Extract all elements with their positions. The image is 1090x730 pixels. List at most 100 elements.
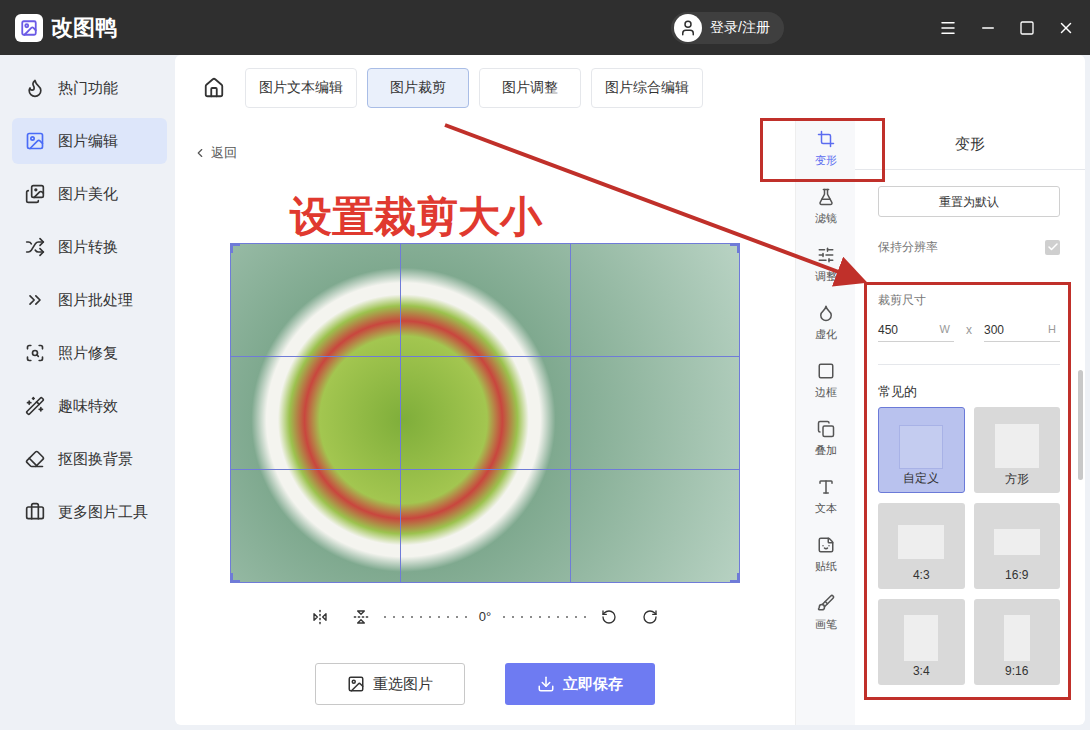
app-name: 改图鸭: [51, 11, 117, 44]
save-button[interactable]: 立即保存: [505, 663, 655, 705]
sidebar-item[interactable]: 图片转换: [12, 224, 167, 270]
tab-bar: 图片文本编辑图片裁剪图片调整图片综合编辑: [175, 55, 1085, 120]
preset-grid: 自定义方形4:316:93:49:16: [878, 407, 1060, 685]
convert-icon: [25, 237, 45, 257]
frame-icon: [817, 362, 835, 380]
panel-scrollbar[interactable]: [1078, 370, 1083, 480]
magic-wand-icon: [25, 396, 45, 416]
preset-card[interactable]: 16:9: [974, 503, 1061, 589]
aspect-thumb: [994, 529, 1040, 555]
tool-item[interactable]: 变形: [796, 120, 855, 178]
rotate-right-icon[interactable]: [642, 609, 658, 625]
chevron-left-icon: [193, 146, 207, 160]
annotation-box: [760, 118, 885, 182]
login-button[interactable]: 登录/注册: [671, 12, 784, 44]
aspect-thumb: [904, 615, 938, 661]
keep-resolution-checkbox[interactable]: [1045, 240, 1060, 255]
back-button[interactable]: 返回: [175, 143, 795, 163]
sliders-icon: [817, 246, 835, 264]
tool-item[interactable]: 滤镜: [796, 178, 855, 236]
aspect-thumb: [995, 424, 1039, 468]
panel-header: 变形: [855, 120, 1085, 170]
aspect-thumb: [899, 425, 943, 469]
sidebar-item[interactable]: 图片编辑: [12, 118, 167, 164]
height-input[interactable]: 300H: [984, 318, 1060, 342]
crop-handle[interactable]: [730, 573, 740, 583]
transform-panel: 变形重置为默认保持分辨率裁剪尺寸 450Wx300H 常见的自定义方形4:316:9…: [855, 120, 1085, 725]
sidebar-item[interactable]: 图片批处理: [12, 277, 167, 323]
flip-vertical-icon[interactable]: [353, 609, 369, 625]
body: 热门功能图片编辑图片美化图片转换图片批处理照片修复趣味特效抠图换背景更多图片工具…: [0, 55, 1090, 730]
canvas-column: 返回设置裁剪大小 0° 重选图片立即保存: [175, 120, 795, 725]
aspect-thumb: [1004, 615, 1030, 661]
annotation-caption: 设置裁剪大小: [175, 163, 795, 243]
app-logo-icon: [15, 14, 43, 42]
flame-icon: [25, 78, 45, 98]
blur-icon: [817, 304, 835, 322]
crop-handle[interactable]: [730, 243, 740, 253]
width-input[interactable]: 450W: [878, 318, 954, 342]
tool-item[interactable]: 画笔: [796, 584, 855, 642]
preset-card[interactable]: 3:4: [878, 599, 965, 685]
sidebar-item[interactable]: 更多图片工具: [12, 489, 167, 535]
sidebar-item[interactable]: 趣味特效: [12, 383, 167, 429]
rotate-left-icon[interactable]: [601, 609, 617, 625]
sidebar-item[interactable]: 照片修复: [12, 330, 167, 376]
menu-icon[interactable]: [939, 19, 957, 37]
tab[interactable]: 图片裁剪: [367, 68, 469, 108]
toolbox-icon: [25, 502, 45, 522]
tool-item[interactable]: 调整: [796, 236, 855, 294]
main-area: 图片文本编辑图片裁剪图片调整图片综合编辑返回设置裁剪大小 0° 重选图片立即保存 变形…: [175, 55, 1085, 725]
annotation-arrow-icon: [0, 0, 1090, 730]
brush-icon: [817, 594, 835, 612]
batch-icon: [25, 290, 45, 310]
home-icon[interactable]: [203, 77, 225, 99]
overlay-icon: [817, 420, 835, 438]
preset-card[interactable]: 自定义: [878, 407, 965, 493]
sidebar-item[interactable]: 图片美化: [12, 171, 167, 217]
tab[interactable]: 图片综合编辑: [591, 68, 703, 108]
tool-item[interactable]: 叠加: [796, 410, 855, 468]
tool-item[interactable]: 边框: [796, 352, 855, 410]
text-icon: [817, 478, 835, 496]
annotation-box: [864, 282, 1071, 700]
keep-resolution-row: 保持分辨率: [878, 239, 1060, 255]
photo[interactable]: [230, 243, 740, 583]
crop-icon: [817, 130, 835, 148]
crop-handle[interactable]: [230, 573, 240, 583]
sidebar-item[interactable]: 热门功能: [12, 65, 167, 111]
image-icon: [25, 131, 45, 151]
reselect-button[interactable]: 重选图片: [315, 663, 465, 705]
preset-card[interactable]: 9:16: [974, 599, 1061, 685]
preset-card[interactable]: 4:3: [878, 503, 965, 589]
tool-item[interactable]: 虚化: [796, 294, 855, 352]
close-icon[interactable]: [1057, 19, 1075, 37]
tool-item[interactable]: 文本: [796, 468, 855, 526]
minimize-icon[interactable]: [979, 19, 997, 37]
flip-horizontal-icon[interactable]: [312, 609, 328, 625]
rotation-track[interactable]: [384, 616, 467, 618]
maximize-icon[interactable]: [1019, 20, 1035, 36]
image-icon: [347, 675, 365, 693]
crop-size-label: 裁剪尺寸: [878, 291, 1060, 309]
images-icon: [25, 184, 45, 204]
sticker-icon: [817, 536, 835, 554]
presets-title: 常见的: [878, 383, 1060, 401]
tab[interactable]: 图片调整: [479, 68, 581, 108]
download-icon: [537, 675, 555, 693]
sidebar-item[interactable]: 抠图换背景: [12, 436, 167, 482]
preset-card[interactable]: 方形: [974, 407, 1061, 493]
rotation-value: 0°: [479, 607, 491, 627]
reset-button[interactable]: 重置为默认: [878, 186, 1060, 217]
rotation-track[interactable]: [503, 616, 586, 618]
tool-strip: 变形滤镜调整虚化边框叠加文本贴纸画笔: [795, 120, 855, 725]
crop-handle[interactable]: [230, 243, 240, 253]
avatar-icon: [674, 14, 702, 42]
filter-icon: [817, 188, 835, 206]
check-icon: [1047, 241, 1059, 253]
crop-size-row: 450Wx300H: [878, 318, 1060, 342]
tab[interactable]: 图片文本编辑: [245, 68, 357, 108]
rotate-controls: 0°: [312, 605, 658, 629]
tool-item[interactable]: 贴纸: [796, 526, 855, 584]
app-window: 改图鸭 登录/注册热门功能图片编辑图片美化图片转换图片批处理照片修复趣味特效抠图换…: [0, 0, 1090, 730]
